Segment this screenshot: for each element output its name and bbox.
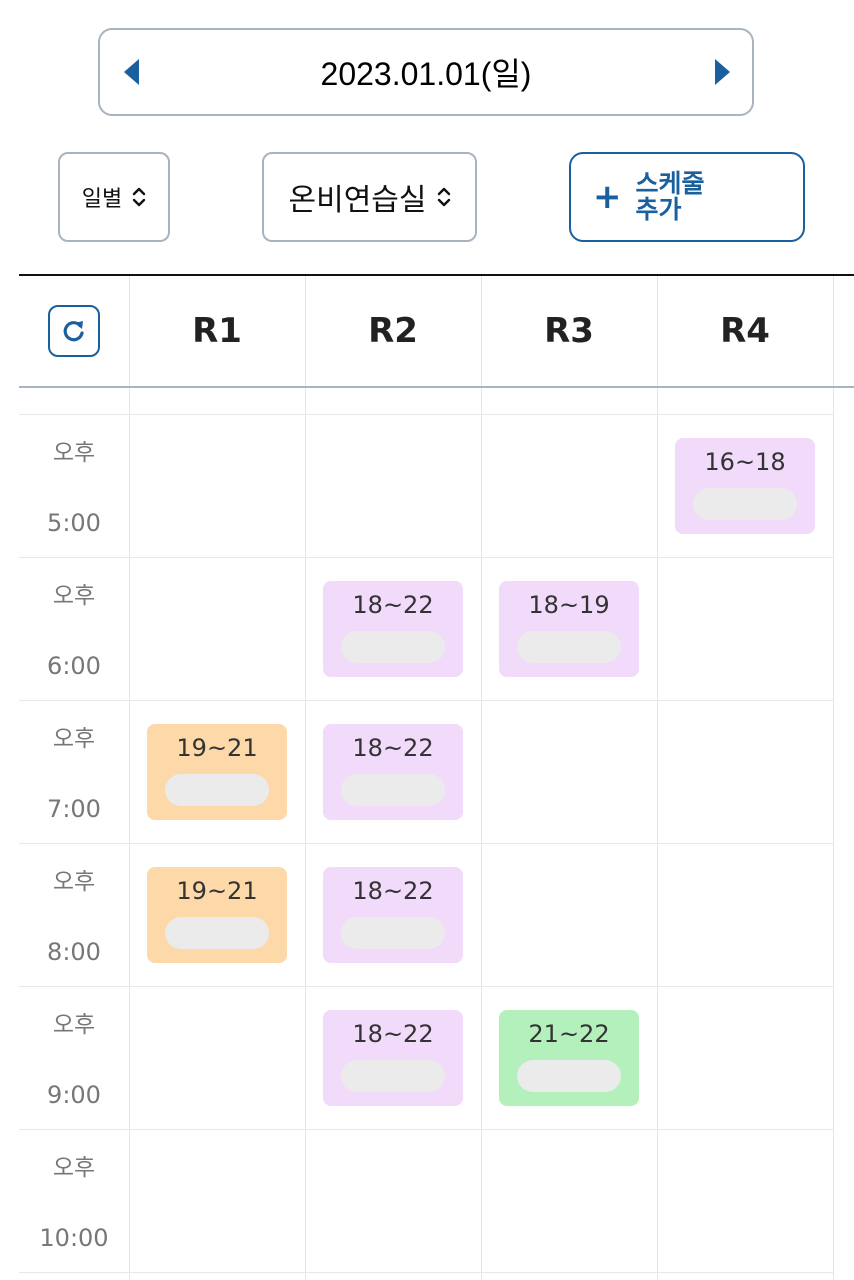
booking-time-range: 18~22 [352, 591, 434, 619]
next-day-arrow-icon[interactable] [715, 59, 730, 85]
booking-name-placeholder [165, 917, 269, 949]
row-divider [19, 986, 834, 987]
add-schedule-label: 스케줄 추가 [635, 169, 705, 224]
booking-block[interactable]: 19~21 [147, 724, 287, 820]
booking-name-placeholder [341, 774, 445, 806]
booking-block[interactable]: 18~22 [323, 867, 463, 963]
room-select-value: 온비연습실 [288, 183, 427, 218]
booking-block[interactable]: 18~19 [499, 581, 639, 677]
time-hour: 7:00 [47, 795, 101, 823]
time-ampm: 오후 [52, 726, 96, 752]
chevron-up-down-icon [437, 187, 450, 207]
booking-name-placeholder [341, 1060, 445, 1092]
booking-name-placeholder [165, 774, 269, 806]
row-divider [19, 700, 834, 701]
booking-name-placeholder [517, 631, 621, 663]
date-navigator: 2023.01.01(일) [98, 28, 754, 116]
time-ampm: 오후 [52, 869, 96, 895]
booking-block[interactable]: 18~22 [323, 724, 463, 820]
time-hour: 9:00 [47, 1081, 101, 1109]
view-mode-value: 일별 [81, 187, 123, 212]
view-mode-select[interactable]: 일별 [58, 152, 170, 242]
booking-block[interactable]: 18~22 [323, 1010, 463, 1106]
row-divider [19, 1129, 834, 1130]
booking-time-range: 18~22 [352, 877, 434, 905]
time-hour: 5:00 [47, 509, 101, 537]
booking-block[interactable]: 19~21 [147, 867, 287, 963]
booking-time-range: 21~22 [528, 1020, 610, 1048]
refresh-button[interactable] [48, 305, 100, 357]
row-divider [19, 414, 834, 415]
room-header-r1: R1 [192, 311, 242, 351]
time-ampm: 오후 [52, 440, 96, 466]
header-bottom-border [19, 386, 854, 388]
time-ampm: 오후 [52, 1012, 96, 1038]
room-header-r3: R3 [544, 311, 594, 351]
booking-name-placeholder [341, 917, 445, 949]
time-hour: 10:00 [39, 1224, 109, 1252]
booking-time-range: 19~21 [176, 877, 258, 905]
time-ampm: 오후 [52, 1155, 96, 1181]
time-hour: 6:00 [47, 652, 101, 680]
booking-name-placeholder [693, 488, 797, 520]
booking-time-range: 18~22 [352, 734, 434, 762]
booking-time-range: 18~22 [352, 1020, 434, 1048]
booking-time-range: 16~18 [704, 448, 786, 476]
room-header-r2: R2 [368, 311, 418, 351]
booking-time-range: 19~21 [176, 734, 258, 762]
prev-day-arrow-icon[interactable] [124, 59, 139, 85]
room-header-r4: R4 [720, 311, 770, 351]
booking-name-placeholder [341, 631, 445, 663]
booking-block[interactable]: 16~18 [675, 438, 815, 534]
booking-name-placeholder [517, 1060, 621, 1092]
room-select[interactable]: 온비연습실 [262, 152, 477, 242]
add-schedule-button[interactable]: + 스케줄 추가 [569, 152, 805, 242]
row-divider [19, 1272, 834, 1273]
booking-block[interactable]: 18~22 [323, 581, 463, 677]
row-divider [19, 557, 834, 558]
booking-block[interactable]: 21~22 [499, 1010, 639, 1106]
plus-icon: + [593, 177, 622, 217]
current-date[interactable]: 2023.01.01(일) [321, 49, 532, 95]
booking-time-range: 18~19 [528, 591, 610, 619]
refresh-icon [63, 321, 84, 342]
time-ampm: 오후 [52, 583, 96, 609]
chevron-up-down-icon [133, 187, 146, 207]
time-hour: 8:00 [47, 938, 101, 966]
row-divider [19, 843, 834, 844]
